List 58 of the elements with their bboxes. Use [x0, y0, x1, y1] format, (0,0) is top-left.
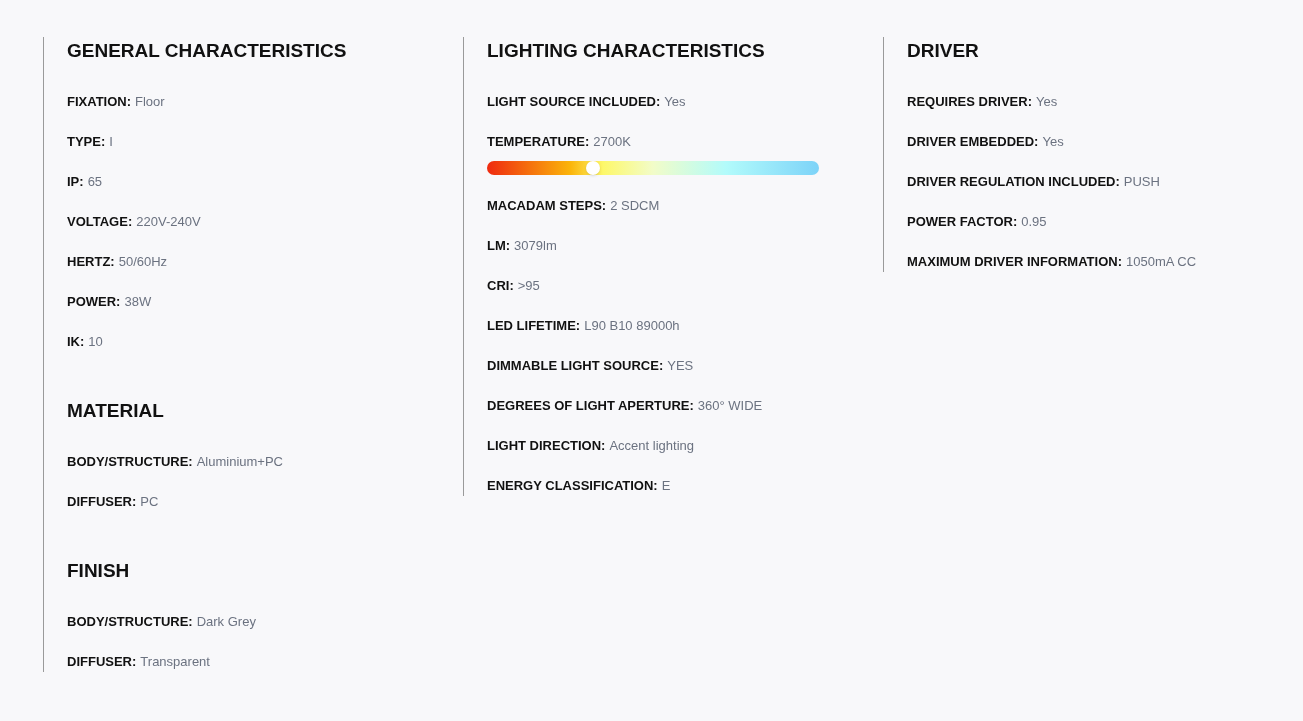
- section-heading: GENERAL CHARACTERISTICS: [67, 39, 348, 63]
- spec-value: Yes: [664, 93, 686, 111]
- spec-value: Floor: [135, 93, 165, 111]
- spec-value: 360° WIDE: [697, 397, 763, 415]
- spec-value: PC: [140, 493, 159, 511]
- spec-label: POWER:: [67, 293, 121, 311]
- spec-value: 2700K: [593, 133, 631, 151]
- spec-label: HERTZ:: [67, 253, 115, 271]
- spec-label: TYPE:: [67, 133, 106, 151]
- spec-label: MAXIMUM DRIVER INFORMATION:: [907, 253, 1122, 271]
- spec-label: DIMMABLE LIGHT SOURCE:: [487, 357, 664, 375]
- spec-label: DEGREES OF LIGHT APERTURE:: [487, 397, 694, 415]
- slider-thumb[interactable]: [586, 161, 601, 175]
- spec-value: L90 B10 89000h: [584, 317, 680, 335]
- spec-label: TEMPERATURE:: [487, 133, 590, 151]
- spec-value: 1050mA CC: [1125, 253, 1197, 271]
- spec-label: DRIVER REGULATION INCLUDED:: [907, 173, 1120, 191]
- spec-label: MACADAM STEPS:: [487, 197, 607, 215]
- section-heading: DRIVER: [907, 39, 980, 63]
- spec-value: Transparent: [140, 653, 210, 671]
- spec-label: IP:: [67, 173, 84, 191]
- spec-value: Yes: [1035, 93, 1058, 111]
- spec-label: CRI:: [487, 277, 514, 295]
- spec-value: 38W: [124, 293, 152, 311]
- spec-label: DIFFUSER:: [67, 493, 137, 511]
- spec-label: FIXATION:: [67, 93, 132, 111]
- spec-value: I: [109, 133, 113, 151]
- spec-value: >95: [517, 277, 540, 295]
- spec-label: VOLTAGE:: [67, 213, 133, 231]
- spec-value: YES: [667, 357, 694, 375]
- spec-label: DRIVER EMBEDDED:: [907, 133, 1039, 151]
- spec-value: 3079lm: [514, 237, 557, 255]
- spec-value: Yes: [1042, 133, 1064, 151]
- section-heading: MATERIAL: [67, 399, 165, 423]
- spec-label: REQUIRES DRIVER:: [907, 93, 1032, 111]
- spec-value: 0.95: [1021, 213, 1047, 231]
- spec-value: E: [661, 477, 671, 495]
- spec-label: LM:: [487, 237, 511, 255]
- spec-label: LED LIFETIME:: [487, 317, 581, 335]
- spec-value: PUSH: [1123, 173, 1160, 191]
- section-heading: FINISH: [67, 559, 131, 583]
- spec-label: LIGHT SOURCE INCLUDED:: [487, 93, 661, 111]
- spec-value: 220V-240V: [136, 213, 201, 231]
- spec-label: IK:: [67, 333, 85, 351]
- spec-value: 2 SDCM: [610, 197, 660, 215]
- spec-value: 65: [87, 173, 103, 191]
- spec-value: Dark Grey: [196, 613, 256, 631]
- spec-label: LIGHT DIRECTION:: [487, 437, 606, 455]
- spec-label: BODY/STRUCTURE:: [67, 613, 193, 631]
- spec-value: Accent lighting: [609, 437, 694, 455]
- spec-value: 50/60Hz: [118, 253, 168, 271]
- spec-value: 10: [88, 333, 103, 351]
- spec-label: ENERGY CLASSIFICATION:: [487, 477, 658, 495]
- section-heading: LIGHTING CHARACTERISTICS: [487, 39, 766, 63]
- spec-label: DIFFUSER:: [67, 653, 137, 671]
- spec-label: POWER FACTOR:: [907, 213, 1018, 231]
- spec-label: BODY/STRUCTURE:: [67, 453, 193, 471]
- spec-value: Aluminium+PC: [196, 453, 283, 471]
